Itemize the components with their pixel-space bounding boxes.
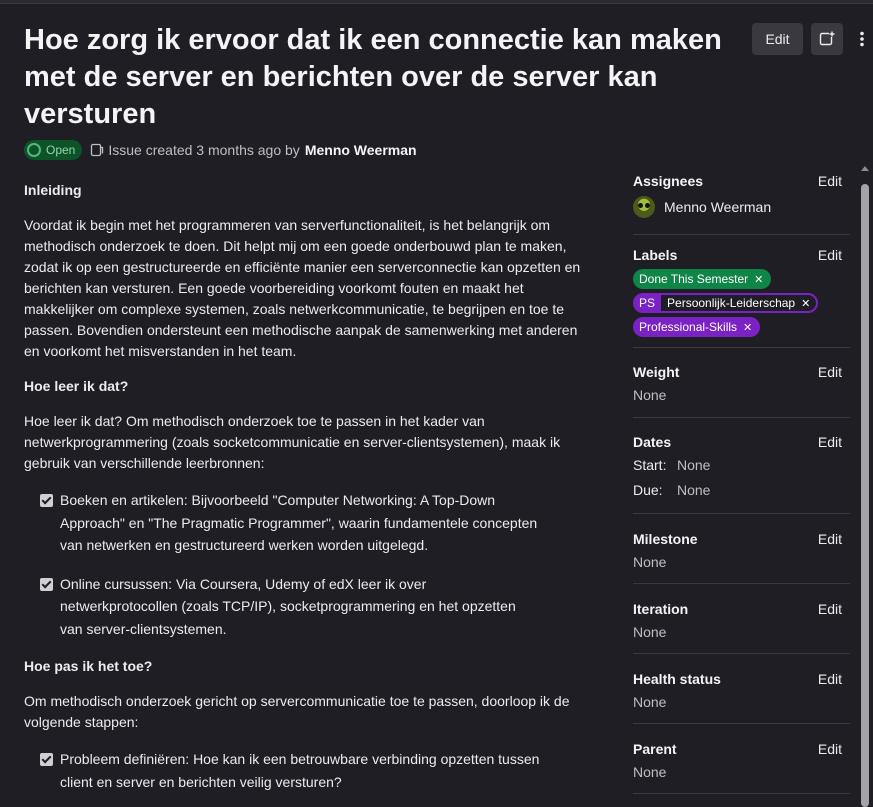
remove-label-icon[interactable]: ✕	[801, 297, 810, 310]
task-text: Boeken en artikelen: Bijvoorbeeld "Compu…	[60, 492, 538, 553]
weight-edit-button[interactable]: Edit	[818, 362, 842, 383]
header-actions: Edit	[752, 23, 873, 55]
remove-label-icon[interactable]: ✕	[743, 321, 752, 334]
task-list: Boeken en artikelen: Bijvoorbeeld "Compu…	[24, 489, 596, 640]
assignees-edit-button[interactable]: Edit	[818, 171, 842, 192]
iteration-edit-button[interactable]: Edit	[818, 599, 842, 620]
issue-type-icon	[91, 143, 104, 157]
dates-edit-button[interactable]: Edit	[818, 432, 842, 453]
assignee-name[interactable]: Menno Weerman	[664, 199, 771, 215]
top-border	[0, 0, 873, 4]
start-date-label: Start:	[633, 457, 667, 473]
status-text: Open	[46, 143, 76, 157]
task-checkbox[interactable]	[40, 753, 53, 766]
milestone-label: Milestone	[633, 531, 698, 547]
issue-sidebar: Assignees Edit Menno Weerman Labels Edit D…	[633, 164, 850, 794]
assignees-section: Assignees Edit Menno Weerman	[633, 171, 850, 235]
scrollbar-thumb[interactable]	[861, 184, 869, 807]
task-item: Online cursussen: Via Coursera, Udemy of…	[40, 573, 596, 641]
task-checkbox[interactable]	[40, 494, 53, 507]
kebab-icon	[860, 31, 864, 47]
milestone-edit-button[interactable]: Edit	[818, 529, 842, 550]
parent-section: Parent Edit None	[633, 724, 850, 794]
milestone-value: None	[633, 554, 667, 570]
new-related-issue-button[interactable]	[811, 23, 843, 55]
paragraph-hoe-leer: Hoe leer ik dat? Om methodisch onderzoek…	[24, 413, 561, 471]
iteration-section: Iteration Edit None	[633, 584, 850, 654]
issue-title: Hoe zorg ik ervoor dat ik een connectie …	[24, 24, 722, 130]
status-badge: Open	[24, 140, 83, 160]
task-text: Probleem definiëren: Hoe kan ik een betr…	[60, 751, 540, 790]
remove-label-icon[interactable]: ✕	[754, 273, 763, 286]
iteration-value: None	[633, 624, 667, 640]
label-professional-skills[interactable]: Professional-Skills ✕	[633, 317, 761, 337]
parent-label: Parent	[633, 741, 677, 757]
due-date-label: Due:	[633, 482, 663, 498]
add-item-icon	[819, 31, 835, 46]
paragraph-intro: Voordat ik begin met het programmeren va…	[24, 217, 581, 359]
health-status-section: Health status Edit None	[633, 654, 850, 724]
issue-meta: Open Issue created 3 months ago by Menno…	[24, 140, 417, 160]
issue-open-icon	[27, 143, 41, 157]
heading-hoe-pas: Hoe pas ik het toe?	[24, 658, 153, 674]
heading-hoe-leer: Hoe leer ik dat?	[24, 378, 129, 394]
issue-description: Inleiding Voordat ik begin met het progr…	[24, 180, 596, 807]
dates-section: Dates Edit Start: None Due: None	[633, 418, 850, 514]
heading-inleiding: Inleiding	[24, 182, 82, 198]
health-status-value: None	[633, 694, 667, 710]
weight-value: None	[633, 387, 667, 403]
due-date-value: None	[677, 482, 711, 498]
task-list: Probleem definiëren: Hoe kan ik een betr…	[24, 748, 596, 793]
author-link[interactable]: Menno Weerman	[305, 142, 417, 158]
avatar	[633, 196, 655, 218]
health-status-label: Health status	[633, 671, 721, 687]
labels-label: Labels	[633, 247, 678, 263]
task-checkbox[interactable]	[40, 577, 53, 591]
scroll-up-arrow-icon[interactable]	[861, 166, 869, 171]
parent-edit-button[interactable]: Edit	[818, 739, 842, 760]
created-text: Issue created 3 months ago by	[108, 142, 300, 158]
weight-label: Weight	[633, 364, 680, 380]
start-date-value: None	[677, 457, 711, 473]
paragraph-hoe-pas: Om methodisch onderzoek gericht op serve…	[24, 693, 570, 730]
task-text: Online cursussen: Via Coursera, Udemy of…	[60, 575, 516, 637]
label-done-this-semester[interactable]: Done This Semester ✕	[633, 269, 772, 289]
parent-value: None	[633, 764, 667, 780]
labels-edit-button[interactable]: Edit	[818, 245, 842, 266]
health-status-edit-button[interactable]: Edit	[818, 669, 842, 690]
edit-title-button[interactable]: Edit	[752, 23, 803, 55]
task-item: Boeken en artikelen: Bijvoorbeeld "Compu…	[40, 489, 596, 557]
iteration-label: Iteration	[633, 601, 689, 617]
task-item: Probleem definiëren: Hoe kan ik een betr…	[40, 748, 596, 793]
weight-section: Weight Edit None	[633, 348, 850, 418]
milestone-section: Milestone Edit None	[633, 514, 850, 584]
labels-section: Labels Edit Done This Semester ✕ PS Persoon…	[633, 235, 850, 348]
dates-label: Dates	[633, 434, 672, 450]
assignees-label: Assignees	[633, 173, 704, 189]
more-actions-button[interactable]	[851, 23, 873, 55]
label-persoonlijk-leiderschap[interactable]: PS Persoonlijk-Leiderschap ✕	[633, 293, 819, 313]
